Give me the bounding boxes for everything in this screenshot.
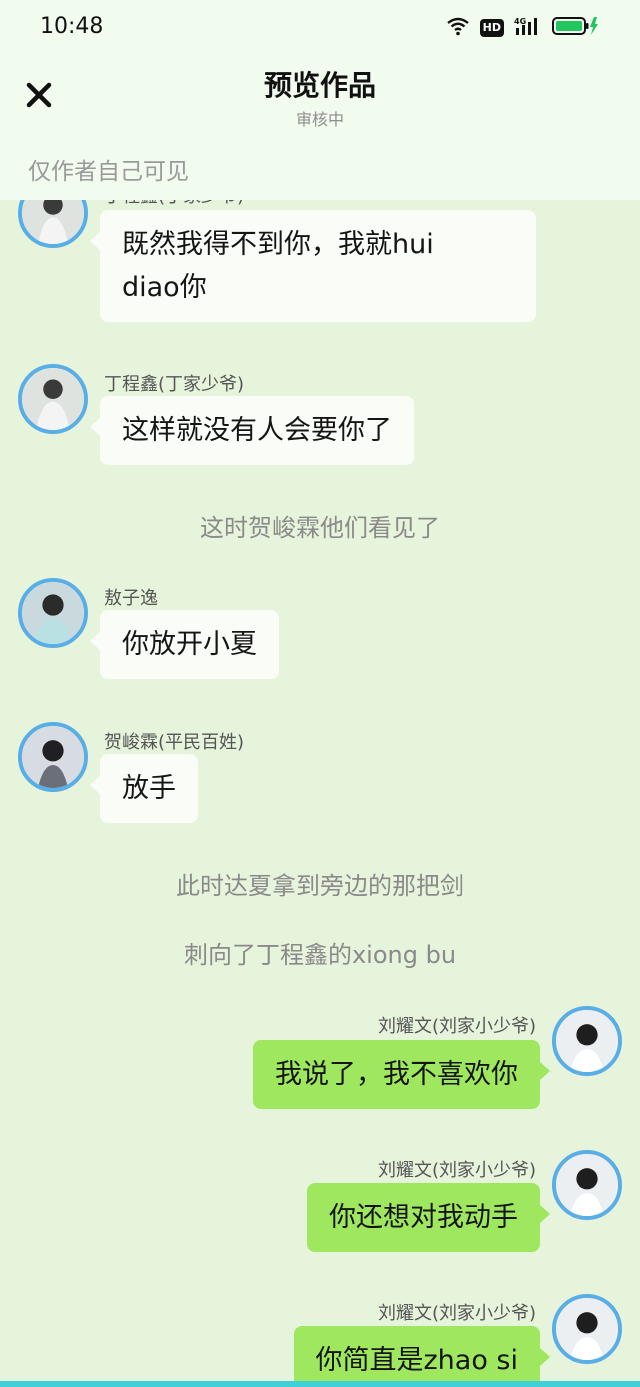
sender-name: 刘耀文(刘家小少爷) — [377, 1160, 536, 1181]
sender-name: 贺峻霖(平民百姓) — [104, 732, 245, 753]
status-bar: 10:48 HD 4G — [0, 0, 640, 56]
bottom-progress-line — [0, 1381, 640, 1387]
message-bubble[interactable]: 既然我得不到你，我就hui diao你 — [90, 210, 536, 322]
message-bubble[interactable]: 你放开小夏 — [90, 610, 279, 679]
wifi-icon — [446, 16, 470, 40]
sender-name: 丁程鑫(丁家少爷) — [104, 374, 245, 395]
avatar-liu-yaowen[interactable] — [552, 1150, 622, 1220]
hd-icon: HD — [479, 19, 504, 37]
avatar-ao-ziyi[interactable] — [18, 578, 88, 648]
avatar-liu-yaowen[interactable] — [552, 1294, 622, 1364]
message-text: 放手 — [122, 773, 176, 804]
status-icons: HD 4G — [446, 16, 600, 40]
message-text: 你简直是zhao si — [315, 1345, 519, 1376]
message-text: 这样就没有人会要你了 — [122, 415, 392, 446]
message-text: 既然我得不到你，我就hui — [122, 229, 434, 260]
signal-icon: 4G — [514, 16, 542, 40]
narration-text: 这时贺峻霖他们看见了 — [200, 514, 440, 542]
sender-name: 刘耀文(刘家小少爷) — [377, 1016, 536, 1037]
message-text: diao你 — [122, 272, 207, 303]
message-text: 你放开小夏 — [122, 629, 257, 660]
narration-text: 刺向了丁程鑫的xiong bu — [183, 941, 457, 969]
avatar-he-junlin[interactable] — [18, 722, 88, 792]
review-status: 审核中 — [295, 110, 344, 129]
sender-name: 敖子逸 — [104, 588, 158, 609]
message-bubble[interactable]: 放手 — [90, 754, 198, 823]
message-text: 我说了，我不喜欢你 — [275, 1059, 518, 1090]
message-bubble[interactable]: 你简直是zhao si — [293, 1326, 550, 1387]
message-bubble[interactable]: 你还想对我动手 — [307, 1183, 550, 1252]
message-text: 你还想对我动手 — [329, 1202, 518, 1233]
battery-charging-icon — [552, 16, 600, 40]
chat-area[interactable]: 丁程鑫(丁家少爷) 既然我得不到你，我就hui diao你 丁程鑫(丁家少爷) … — [0, 0, 640, 1387]
visibility-note: 仅作者自己可见 — [28, 159, 189, 185]
svg-text:4G: 4G — [514, 17, 526, 26]
message-bubble[interactable]: 这样就没有人会要你了 — [90, 396, 414, 465]
message-bubble[interactable]: 我说了，我不喜欢你 — [253, 1040, 550, 1109]
narration-text: 此时达夏拿到旁边的那把剑 — [176, 872, 464, 900]
sender-name: 刘耀文(刘家小少爷) — [377, 1303, 536, 1324]
header: 10:48 HD 4G 预览作品 审核中 仅作者自己可见 — [0, 0, 640, 200]
avatar-ding-chengxin[interactable] — [18, 364, 88, 434]
avatar-liu-yaowen[interactable] — [552, 1006, 622, 1076]
status-time: 10:48 — [40, 14, 104, 39]
page-title: 预览作品 — [263, 69, 376, 102]
